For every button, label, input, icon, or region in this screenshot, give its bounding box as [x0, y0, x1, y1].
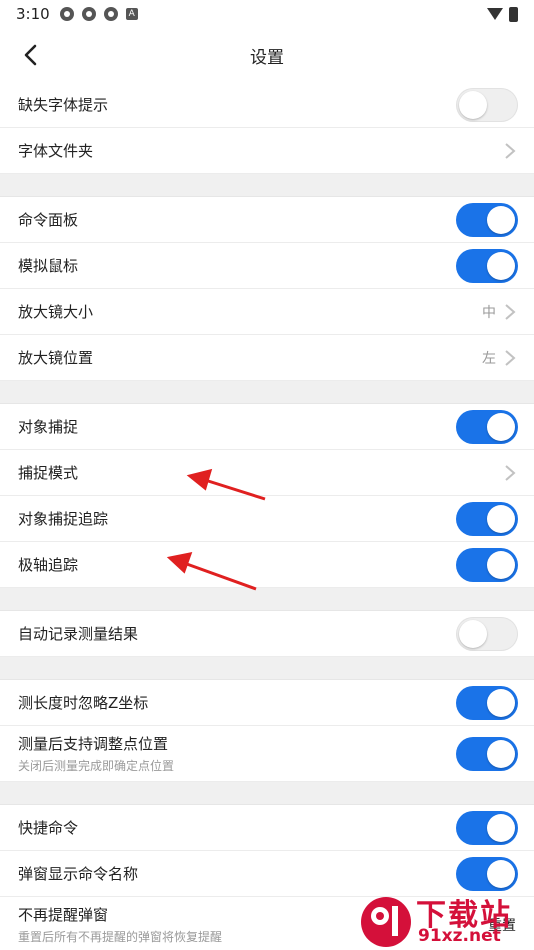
- row-text: 测量后支持调整点位置关闭后测量完成即确定点位置: [18, 733, 456, 774]
- row-text: 弹窗显示命令名称: [18, 863, 456, 884]
- toggle-knob: [487, 550, 515, 579]
- row-label: 字体文件夹: [18, 142, 94, 160]
- settings-row[interactable]: 捕捉模式: [0, 450, 534, 496]
- row-text: 命令面板: [18, 209, 456, 230]
- reset-button[interactable]: 重置: [488, 915, 516, 935]
- row-text: 快捷命令: [18, 817, 456, 838]
- toggle-knob: [487, 688, 515, 717]
- row-text: 放大镜大小: [18, 301, 482, 322]
- settings-row: 不再提醒弹窗 重置后所有不再提醒的弹窗将恢复提醒 重置: [0, 897, 534, 950]
- toggle-knob: [487, 859, 515, 888]
- settings-row: 测量后支持调整点位置关闭后测量完成即确定点位置: [0, 726, 534, 782]
- row-text: 自动记录测量结果: [18, 623, 456, 644]
- row-label: 放大镜大小: [18, 303, 94, 321]
- wifi-icon: [487, 8, 503, 20]
- row-label: 捕捉模式: [18, 464, 79, 482]
- row-text: 放大镜位置: [18, 347, 482, 368]
- toggle-knob: [459, 90, 487, 119]
- page-title: 设置: [250, 47, 284, 68]
- toggle-switch[interactable]: [456, 248, 518, 283]
- row-label: 对象捕捉: [18, 418, 79, 436]
- toggle-switch[interactable]: [456, 547, 518, 582]
- settings-row[interactable]: 放大镜位置 左: [0, 335, 534, 381]
- toggle-switch[interactable]: [456, 856, 518, 891]
- a-notification-icon: A: [125, 8, 138, 20]
- header: 设置: [0, 28, 534, 82]
- row-text: 缺失字体提示: [18, 94, 456, 115]
- row-label: 测长度时忽略Z坐标: [18, 694, 149, 712]
- toggle-switch[interactable]: [456, 685, 518, 720]
- row-description: 重置后所有不再提醒的弹窗将恢复提醒: [18, 930, 223, 944]
- row-value: 左: [482, 350, 496, 367]
- row-label: 极轴追踪: [18, 556, 79, 574]
- chevron-right-icon: [504, 142, 516, 160]
- toggle-knob: [487, 205, 515, 234]
- row-description: 关闭后测量完成即确定点位置: [18, 759, 175, 773]
- row-label: 放大镜位置: [18, 349, 94, 367]
- row-label: 不再提醒弹窗: [18, 906, 109, 924]
- toggle-switch[interactable]: [456, 616, 518, 651]
- settings-row: 对象捕捉: [0, 404, 534, 450]
- settings-row: 模拟鼠标: [0, 243, 534, 289]
- group-separator: [0, 657, 534, 680]
- toggle-knob: [487, 813, 515, 842]
- toggle-knob: [487, 739, 515, 768]
- app-notification-icon: [81, 7, 96, 21]
- row-label: 测量后支持调整点位置: [18, 735, 169, 753]
- toggle-knob: [487, 412, 515, 441]
- chevron-right-icon: [504, 464, 516, 482]
- toggle-knob: [459, 619, 487, 648]
- toggle-knob: [487, 251, 515, 280]
- status-bar: 3:10 A: [0, 0, 534, 28]
- settings-row: 自动记录测量结果: [0, 611, 534, 657]
- app-notification-icon: [103, 7, 118, 21]
- toggle-switch[interactable]: [456, 810, 518, 845]
- row-text: 模拟鼠标: [18, 255, 456, 276]
- row-label: 自动记录测量结果: [18, 625, 139, 643]
- settings-row[interactable]: 放大镜大小 中: [0, 289, 534, 335]
- row-label: 缺失字体提示: [18, 96, 109, 114]
- settings-row: 极轴追踪: [0, 542, 534, 588]
- group-separator: [0, 588, 534, 611]
- settings-list: 缺失字体提示 字体文件夹命令面板模拟鼠标放大镜大小 中放大镜位置 左对象捕捉捕捉模式对…: [0, 82, 534, 950]
- row-text: 对象捕捉追踪: [18, 508, 456, 529]
- toggle-switch[interactable]: [456, 736, 518, 771]
- status-time: 3:10: [16, 5, 50, 23]
- group-separator: [0, 381, 534, 404]
- toggle-switch[interactable]: [456, 409, 518, 444]
- row-text: 不再提醒弹窗重置后所有不再提醒的弹窗将恢复提醒: [18, 904, 488, 945]
- group-separator: [0, 782, 534, 805]
- settings-row: 弹窗显示命令名称: [0, 851, 534, 897]
- chevron-right-icon: [504, 303, 516, 321]
- back-arrow-icon: [24, 44, 37, 66]
- row-text: 对象捕捉: [18, 416, 456, 437]
- settings-row: 对象捕捉追踪: [0, 496, 534, 542]
- settings-row[interactable]: 字体文件夹: [0, 128, 534, 174]
- toggle-switch[interactable]: [456, 202, 518, 237]
- back-button[interactable]: [20, 44, 42, 66]
- group-separator: [0, 174, 534, 197]
- settings-row: 命令面板: [0, 197, 534, 243]
- toggle-switch[interactable]: [456, 87, 518, 122]
- chevron-right-icon: [504, 349, 516, 367]
- row-label: 对象捕捉追踪: [18, 510, 109, 528]
- row-text: 捕捉模式: [18, 462, 504, 483]
- row-label: 弹窗显示命令名称: [18, 865, 139, 883]
- battery-icon: [509, 6, 518, 22]
- toggle-knob: [487, 504, 515, 533]
- settings-row: 测长度时忽略Z坐标: [0, 680, 534, 726]
- row-label: 命令面板: [18, 211, 79, 229]
- row-value: 中: [482, 304, 496, 321]
- settings-row: 缺失字体提示: [0, 82, 534, 128]
- toggle-switch[interactable]: [456, 501, 518, 536]
- row-label: 模拟鼠标: [18, 257, 79, 275]
- row-text: 极轴追踪: [18, 554, 456, 575]
- app-notification-icon: [59, 7, 74, 21]
- settings-row: 快捷命令: [0, 805, 534, 851]
- row-label: 快捷命令: [18, 819, 79, 837]
- row-text: 字体文件夹: [18, 140, 504, 161]
- row-text: 测长度时忽略Z坐标: [18, 692, 456, 713]
